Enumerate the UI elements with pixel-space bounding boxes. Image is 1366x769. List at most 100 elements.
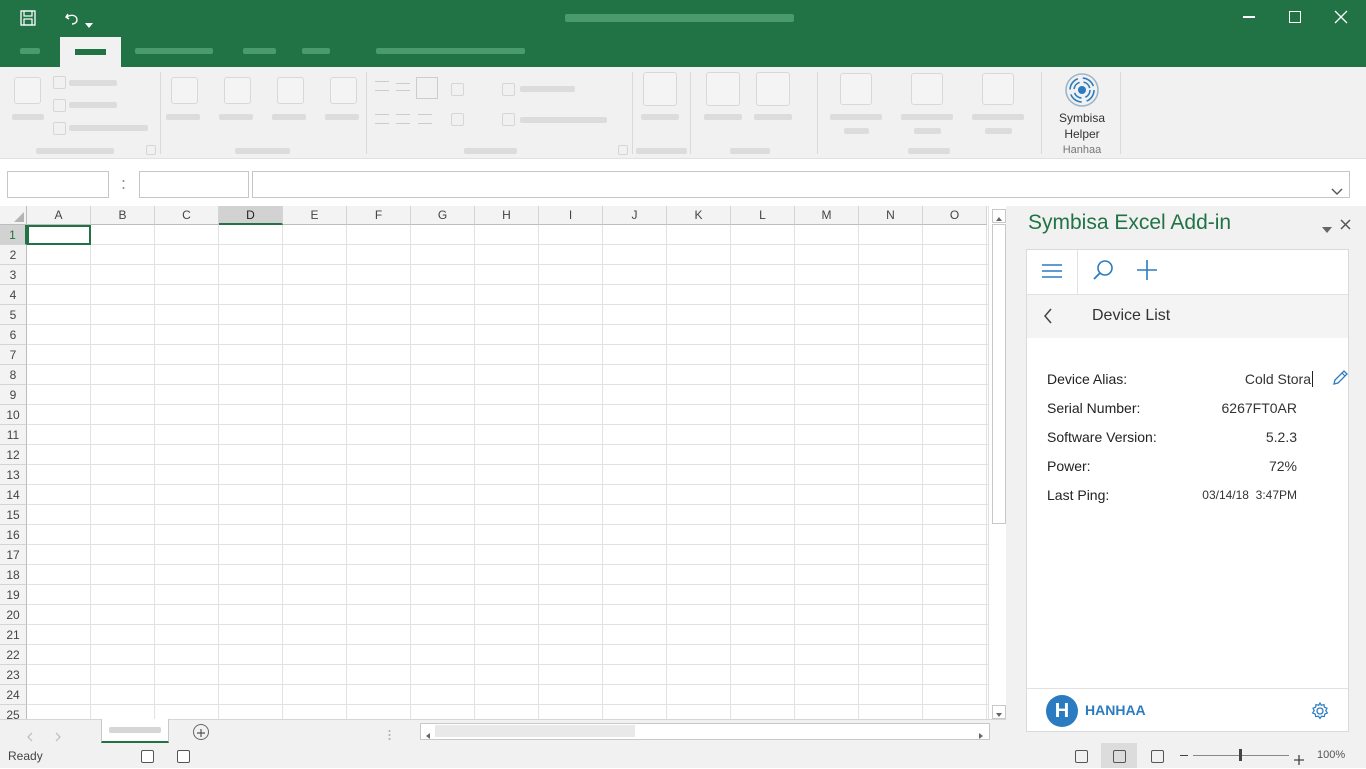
close-icon[interactable] (1340, 215, 1351, 230)
tell-me-search[interactable] (376, 48, 525, 54)
row-header[interactable]: 9 (0, 385, 27, 405)
row-header[interactable]: 1 (0, 225, 27, 245)
align-bottom-icon[interactable] (416, 77, 438, 99)
scroll-down-icon[interactable] (992, 705, 1006, 719)
column-header[interactable]: E (283, 206, 347, 225)
ribbon-button[interactable] (840, 73, 872, 105)
h-scroll-thumb[interactable] (435, 725, 635, 737)
row-header[interactable]: 25 (0, 705, 27, 719)
align-middle-icon[interactable] (396, 83, 410, 91)
hanhaa-logo[interactable]: H (1046, 695, 1078, 727)
align-top-icon[interactable] (375, 81, 389, 91)
row-header[interactable]: 10 (0, 405, 27, 425)
add-sheet-icon[interactable] (193, 724, 209, 740)
scroll-up-icon[interactable] (992, 209, 1006, 223)
align-center-icon[interactable] (396, 114, 410, 124)
zoom-in-icon[interactable] (1294, 750, 1304, 765)
edit-icon[interactable] (1331, 369, 1349, 387)
row-header[interactable]: 14 (0, 485, 27, 505)
column-header[interactable]: G (411, 206, 475, 225)
tab-insert[interactable] (135, 48, 213, 54)
ribbon-button[interactable] (911, 73, 943, 105)
row-header[interactable]: 11 (0, 425, 27, 445)
column-header[interactable]: F (347, 206, 411, 225)
ribbon-button[interactable] (330, 77, 357, 104)
row-header[interactable]: 12 (0, 445, 27, 465)
tab-data[interactable] (302, 48, 330, 54)
ribbon-checkbox[interactable] (53, 99, 66, 112)
row-header[interactable]: 15 (0, 505, 27, 525)
chevron-down-icon[interactable] (85, 14, 93, 28)
column-header[interactable]: I (539, 206, 603, 225)
active-cell-a1[interactable] (27, 225, 91, 245)
column-header[interactable]: O (923, 206, 987, 225)
chevron-down-icon[interactable] (1331, 181, 1343, 195)
column-header[interactable]: A (27, 206, 91, 225)
column-header[interactable]: K (667, 206, 731, 225)
ribbon-checkbox[interactable] (451, 83, 464, 96)
device-alias-input[interactable]: Cold Stora (1245, 371, 1313, 387)
spreadsheet-grid[interactable]: ABCDEFGHIJKLMNO 1 2 3 4 5 6 7 8 9 10 11 12 13 14 15 16 1… (0, 206, 988, 719)
row-header[interactable]: 5 (0, 305, 27, 325)
row-header[interactable]: 24 (0, 685, 27, 705)
ribbon-button[interactable] (224, 77, 251, 104)
view-page-layout-icon[interactable] (1101, 743, 1137, 768)
vertical-scrollbar[interactable] (988, 206, 1007, 719)
scroll-thumb[interactable] (992, 224, 1006, 524)
column-header[interactable]: C (155, 206, 219, 225)
align-right-icon[interactable] (418, 114, 432, 124)
column-header[interactable]: M (795, 206, 859, 225)
function-box[interactable] (139, 171, 249, 198)
maximize-icon[interactable] (1289, 11, 1301, 23)
ribbon-checkbox[interactable] (502, 83, 515, 96)
row-header[interactable]: 2 (0, 245, 27, 265)
close-icon[interactable] (1334, 9, 1348, 24)
zoom-slider-thumb[interactable] (1239, 749, 1242, 761)
hanhaa-brand[interactable]: HANHAA (1085, 702, 1146, 718)
undo-icon[interactable] (63, 9, 81, 27)
row-header[interactable]: 6 (0, 325, 27, 345)
column-header[interactable]: H (475, 206, 539, 225)
row-header[interactable]: 4 (0, 285, 27, 305)
ribbon-button[interactable] (643, 72, 677, 106)
more-options-icon[interactable] (122, 177, 125, 191)
view-page-break-icon[interactable] (1151, 750, 1164, 763)
column-header[interactable]: J (603, 206, 667, 225)
column-header[interactable]: B (91, 206, 155, 225)
symbisa-helper-button[interactable]: Symbisa Helper Hanhaa (1050, 70, 1114, 156)
row-header[interactable]: 19 (0, 585, 27, 605)
dialog-launcher[interactable] (618, 145, 628, 155)
name-box[interactable] (7, 171, 109, 198)
column-header[interactable]: L (731, 206, 795, 225)
sheet-prev-icon[interactable] (26, 727, 34, 742)
row-header[interactable]: 21 (0, 625, 27, 645)
ribbon-checkbox[interactable] (53, 76, 66, 89)
view-normal-icon[interactable] (1075, 750, 1088, 763)
ribbon-checkbox[interactable] (451, 113, 464, 126)
dialog-launcher[interactable] (146, 145, 156, 155)
ribbon-button[interactable] (14, 77, 41, 104)
sheet-next-icon[interactable] (54, 727, 62, 742)
ribbon-button[interactable] (982, 73, 1014, 105)
row-header[interactable]: 17 (0, 545, 27, 565)
gear-icon[interactable] (1311, 701, 1329, 720)
row-header[interactable]: 3 (0, 265, 27, 285)
status-indicator[interactable] (141, 750, 154, 763)
row-header[interactable]: 18 (0, 565, 27, 585)
select-all-corner[interactable] (0, 206, 27, 225)
row-header[interactable]: 22 (0, 645, 27, 665)
minimize-icon[interactable] (1243, 16, 1255, 18)
row-header[interactable]: 16 (0, 525, 27, 545)
ribbon-button[interactable] (756, 72, 790, 106)
save-icon[interactable] (19, 9, 37, 27)
row-header[interactable]: 7 (0, 345, 27, 365)
add-button[interactable] (1122, 250, 1172, 294)
ribbon-button[interactable] (706, 72, 740, 106)
ribbon-checkbox[interactable] (502, 113, 515, 126)
scroll-right-icon[interactable] (976, 726, 986, 739)
row-header[interactable]: 13 (0, 465, 27, 485)
ribbon-button[interactable] (277, 77, 304, 104)
tab-file[interactable] (20, 48, 40, 54)
sheet-tab-active[interactable] (101, 719, 169, 743)
column-header[interactable]: N (859, 206, 923, 225)
